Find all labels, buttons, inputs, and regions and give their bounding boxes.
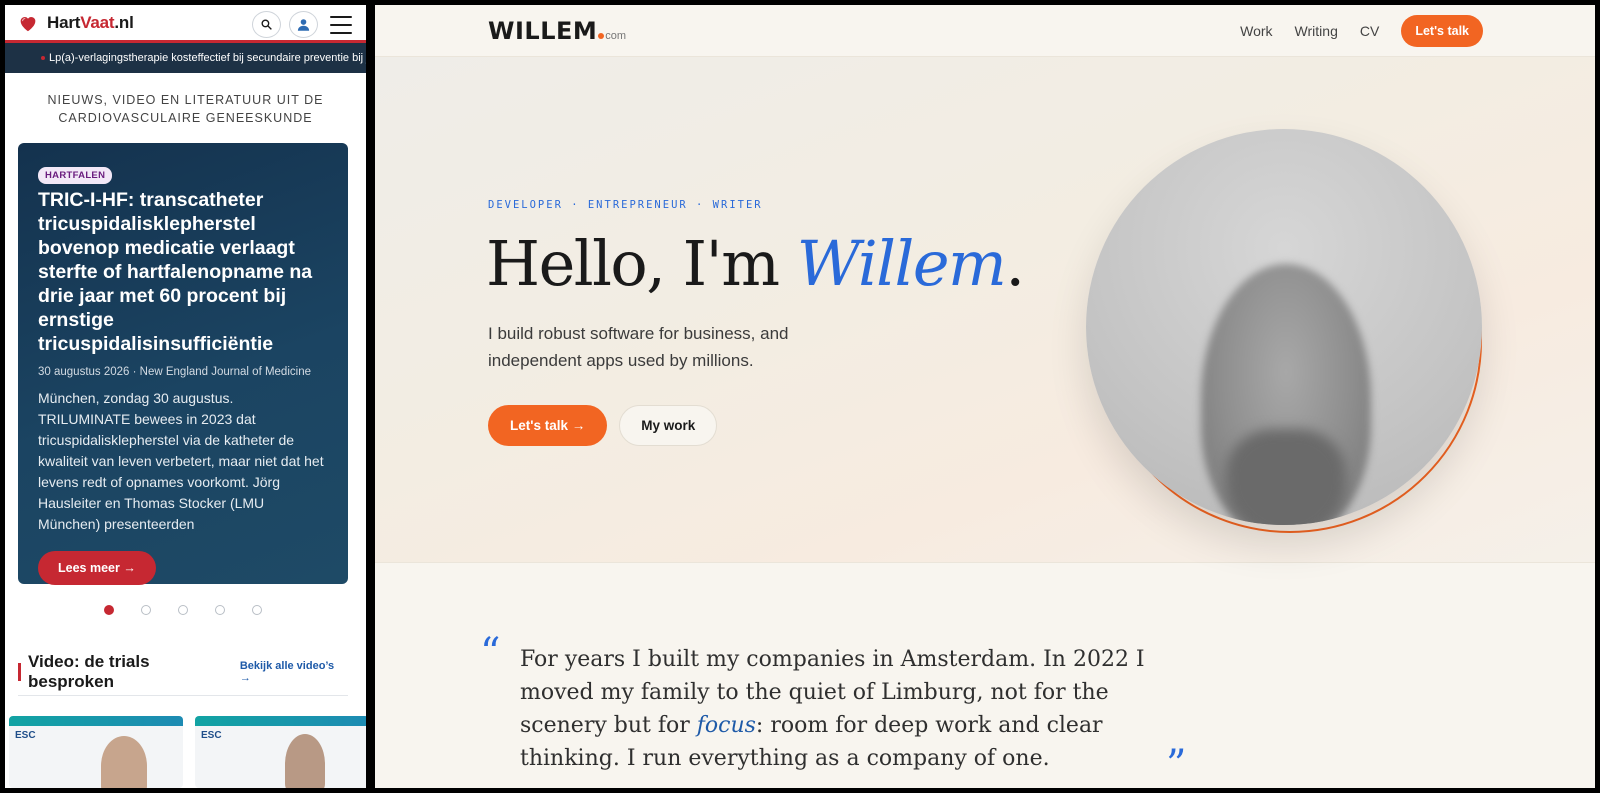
video-section: Video: de trials besproken Bekijk alle v…	[18, 652, 348, 696]
site-logo[interactable]: HartVaat.nl	[17, 12, 134, 34]
ticker-bullet-icon	[41, 56, 45, 60]
nav-links: Work Writing CV Let's talk	[1240, 15, 1483, 47]
brand-suffix: com	[605, 30, 627, 42]
featured-article-card[interactable]: HARTFALEN TRIC-I-HF: transcatheter tricu…	[18, 143, 348, 585]
willem-window: WILLEM com Work Writing CV Let's talk DE…	[375, 5, 1595, 788]
esc-logo: ESC	[15, 730, 36, 741]
hero-section: DEVELOPER · ENTREPRENEUR · WRITER Hello,…	[375, 57, 1595, 563]
carousel-dot-2[interactable]	[141, 605, 151, 615]
carousel-dot-3[interactable]	[178, 605, 188, 615]
thumbnail-banner	[195, 716, 366, 726]
article-excerpt: München, zondag 30 augustus. TRILUMINATE…	[38, 390, 324, 532]
nav-link-cv[interactable]: CV	[1360, 23, 1379, 39]
hero-heading: Hello, I'm Willem.	[486, 227, 1025, 300]
nav-link-writing[interactable]: Writing	[1295, 23, 1338, 39]
logo-text: HartVaat.nl	[47, 12, 134, 32]
portrait-beard	[1226, 429, 1346, 525]
quote-open-icon: “	[480, 630, 501, 676]
my-work-button[interactable]: My work	[619, 405, 718, 446]
video-thumbnails: ESC ESC	[9, 716, 366, 788]
portrait-photo	[1086, 129, 1482, 525]
brand-logo[interactable]: WILLEM com	[488, 17, 626, 45]
speaker-image	[101, 736, 147, 788]
about-quote: For years I built my companies in Amster…	[520, 647, 1145, 771]
speaker-image	[285, 734, 325, 788]
quote-close-icon: ”	[1166, 742, 1187, 788]
hamburger-menu-icon[interactable]	[330, 15, 352, 34]
account-button[interactable]	[289, 11, 318, 38]
thumbnail-banner	[9, 716, 183, 726]
view-all-videos-link[interactable]: Bekijk alle video’s →	[240, 660, 348, 684]
tagline-line-2: CARDIOVASCULAIRE GENEESKUNDE	[58, 111, 313, 125]
article-meta: 30 augustus 2026 · New England Journal o…	[38, 366, 311, 378]
search-button[interactable]	[252, 11, 281, 38]
hero-intro: I build robust software for business, an…	[488, 324, 789, 370]
site-header: HartVaat.nl	[5, 5, 366, 43]
hartvaat-window: HartVaat.nl Lp(a)-verlagingstherapie kos…	[5, 5, 366, 788]
tagline-line-1: NIEUWS, VIDEO EN LITERATUUR UIT DE	[47, 93, 324, 107]
read-more-button[interactable]: Lees meer →	[38, 551, 156, 585]
esc-logo: ESC	[201, 730, 222, 741]
nav-link-work[interactable]: Work	[1240, 23, 1272, 39]
video-thumbnail-2[interactable]: ESC	[195, 716, 366, 788]
header-actions	[252, 11, 352, 38]
nav-talk-button[interactable]: Let's talk	[1401, 15, 1483, 47]
category-badge[interactable]: HARTFALEN	[38, 167, 113, 184]
brand-name: WILLEM	[488, 17, 598, 45]
carousel-pagination	[5, 605, 366, 615]
article-title[interactable]: TRIC-I-HF: transcatheter tricuspidaliskl…	[38, 188, 328, 356]
heart-logo-icon	[20, 16, 36, 31]
brand-dot-icon	[598, 33, 605, 39]
news-ticker[interactable]: Lp(a)-verlagingstherapie kosteffectief b…	[5, 43, 366, 73]
lets-talk-button[interactable]: Let's talk →	[488, 405, 608, 446]
hero-cta-row: Let's talk → My work	[488, 405, 718, 446]
roles-eyebrow: DEVELOPER · ENTREPRENEUR · WRITER	[488, 199, 763, 211]
video-thumbnail-1[interactable]: ESC	[9, 716, 183, 788]
carousel-dot-5[interactable]	[252, 605, 262, 615]
section-divider	[18, 695, 348, 696]
ticker-text: Lp(a)-verlagingstherapie kosteffectief b…	[49, 52, 366, 64]
carousel-dot-1[interactable]	[104, 605, 114, 615]
site-nav: WILLEM com Work Writing CV Let's talk	[375, 5, 1595, 57]
carousel-dot-4[interactable]	[215, 605, 225, 615]
video-section-header: Video: de trials besproken Bekijk alle v…	[18, 652, 348, 691]
search-icon	[261, 19, 272, 30]
user-icon	[297, 19, 310, 31]
site-tagline: NIEUWS, VIDEO EN LITERATUUR UIT DE CARDI…	[5, 73, 366, 143]
video-section-title: Video: de trials besproken	[28, 652, 150, 691]
